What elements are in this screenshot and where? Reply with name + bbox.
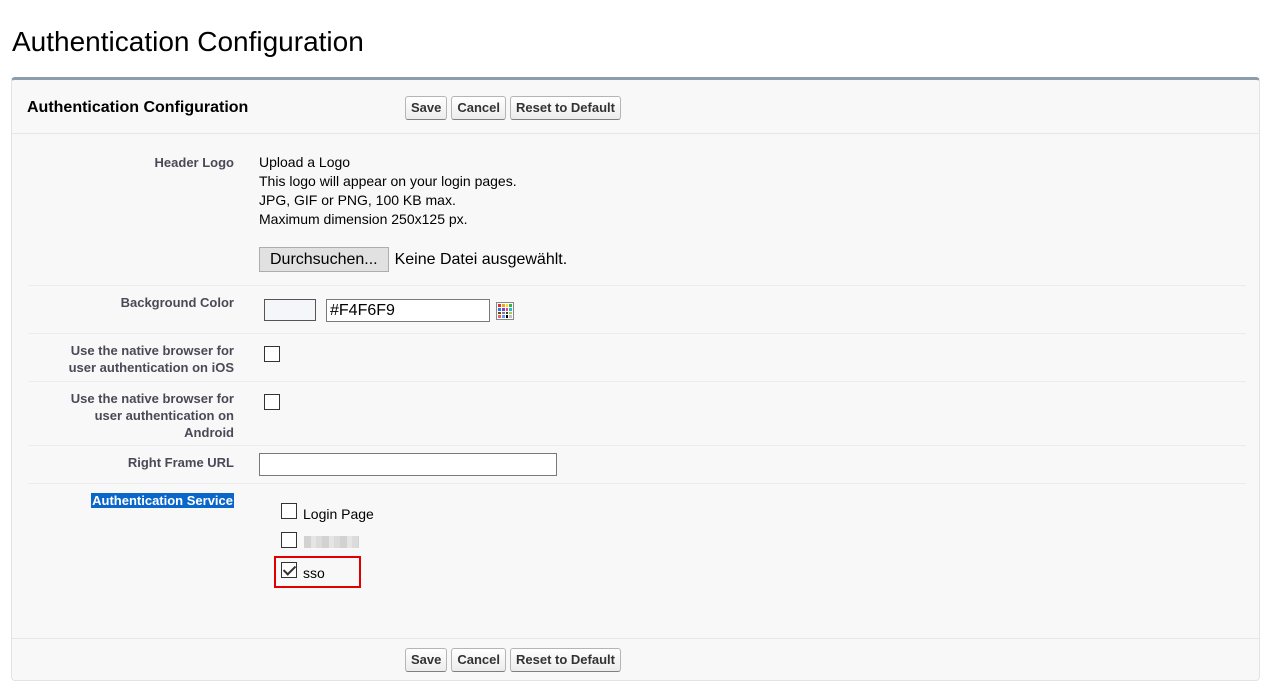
footer-reset-to-default-button[interactable]: Reset to Default <box>510 648 621 672</box>
row-native-android: Use the native browser for user authenti… <box>28 382 1246 446</box>
panel-header: Authentication Configuration Save Cancel… <box>12 80 1259 134</box>
logo-help-line-3: JPG, GIF or PNG, 100 KB max. <box>259 192 456 208</box>
logo-help-line-1: Upload a Logo <box>259 154 351 170</box>
authentication-service-label-text: Authentication Service <box>91 493 234 508</box>
browse-file-button[interactable]: Durchsuchen... <box>259 247 389 272</box>
footer-cancel-button[interactable]: Cancel <box>451 648 507 672</box>
row-authentication-service: Authentication Service Login Page sso <box>28 484 1246 634</box>
header-button-group: Save Cancel Reset to Default <box>405 96 621 120</box>
right-frame-url-input[interactable] <box>259 453 557 476</box>
cancel-button[interactable]: Cancel <box>451 96 507 120</box>
row-background-color: Background Color <box>28 286 1246 334</box>
header-logo-label: Header Logo <box>154 155 234 170</box>
file-status-text: Keine Datei ausgewählt. <box>394 250 568 268</box>
background-color-input[interactable] <box>326 299 490 322</box>
reset-to-default-button[interactable]: Reset to Default <box>510 96 621 120</box>
logo-help-line-4: Maximum dimension 250x125 px. <box>259 211 468 227</box>
page-title: Authentication Configuration <box>12 26 364 57</box>
footer-button-group: Save Cancel Reset to Default <box>405 648 621 672</box>
row-header-logo: Header Logo Upload a Logo This logo will… <box>28 146 1246 286</box>
sso-checkbox[interactable] <box>281 562 297 578</box>
right-frame-url-label: Right Frame URL <box>127 455 234 470</box>
redacted-option-label <box>304 536 359 548</box>
native-android-checkbox[interactable] <box>264 394 280 410</box>
header-logo-field: Upload a Logo This logo will appear on y… <box>259 153 567 272</box>
native-ios-checkbox[interactable] <box>264 346 280 362</box>
background-color-label: Background Color <box>120 295 234 310</box>
login-page-label: Login Page <box>303 506 374 522</box>
auth-config-panel: Authentication Configuration Save Cancel… <box>11 77 1260 681</box>
row-right-frame-url: Right Frame URL <box>28 446 1246 484</box>
authentication-service-label: Authentication Service <box>91 492 234 509</box>
redacted-option-checkbox[interactable] <box>281 532 297 548</box>
native-android-label-line-3: Android <box>184 425 234 440</box>
native-ios-label-line-1: Use the native browser for <box>70 343 234 358</box>
color-picker-icon[interactable] <box>496 302 514 320</box>
native-ios-label: Use the native browser for user authenti… <box>69 342 234 376</box>
native-android-label-line-2: user authentication on <box>94 408 234 423</box>
native-ios-label-line-2: user authentication on iOS <box>68 360 234 375</box>
login-page-checkbox[interactable] <box>281 503 297 519</box>
panel-title: Authentication Configuration <box>27 99 249 116</box>
native-android-label-line-1: Use the native browser for <box>70 391 234 406</box>
panel-footer: Save Cancel Reset to Default <box>12 638 1259 680</box>
footer-save-button[interactable]: Save <box>405 648 448 672</box>
color-swatch[interactable] <box>264 299 316 321</box>
file-upload: Durchsuchen... Keine Datei ausgewählt. <box>259 247 567 272</box>
save-button[interactable]: Save <box>405 96 448 120</box>
logo-help-line-2: This logo will appear on your login page… <box>259 173 517 189</box>
native-android-label: Use the native browser for user authenti… <box>71 390 234 441</box>
row-native-ios: Use the native browser for user authenti… <box>28 334 1246 382</box>
sso-label: sso <box>303 565 325 581</box>
